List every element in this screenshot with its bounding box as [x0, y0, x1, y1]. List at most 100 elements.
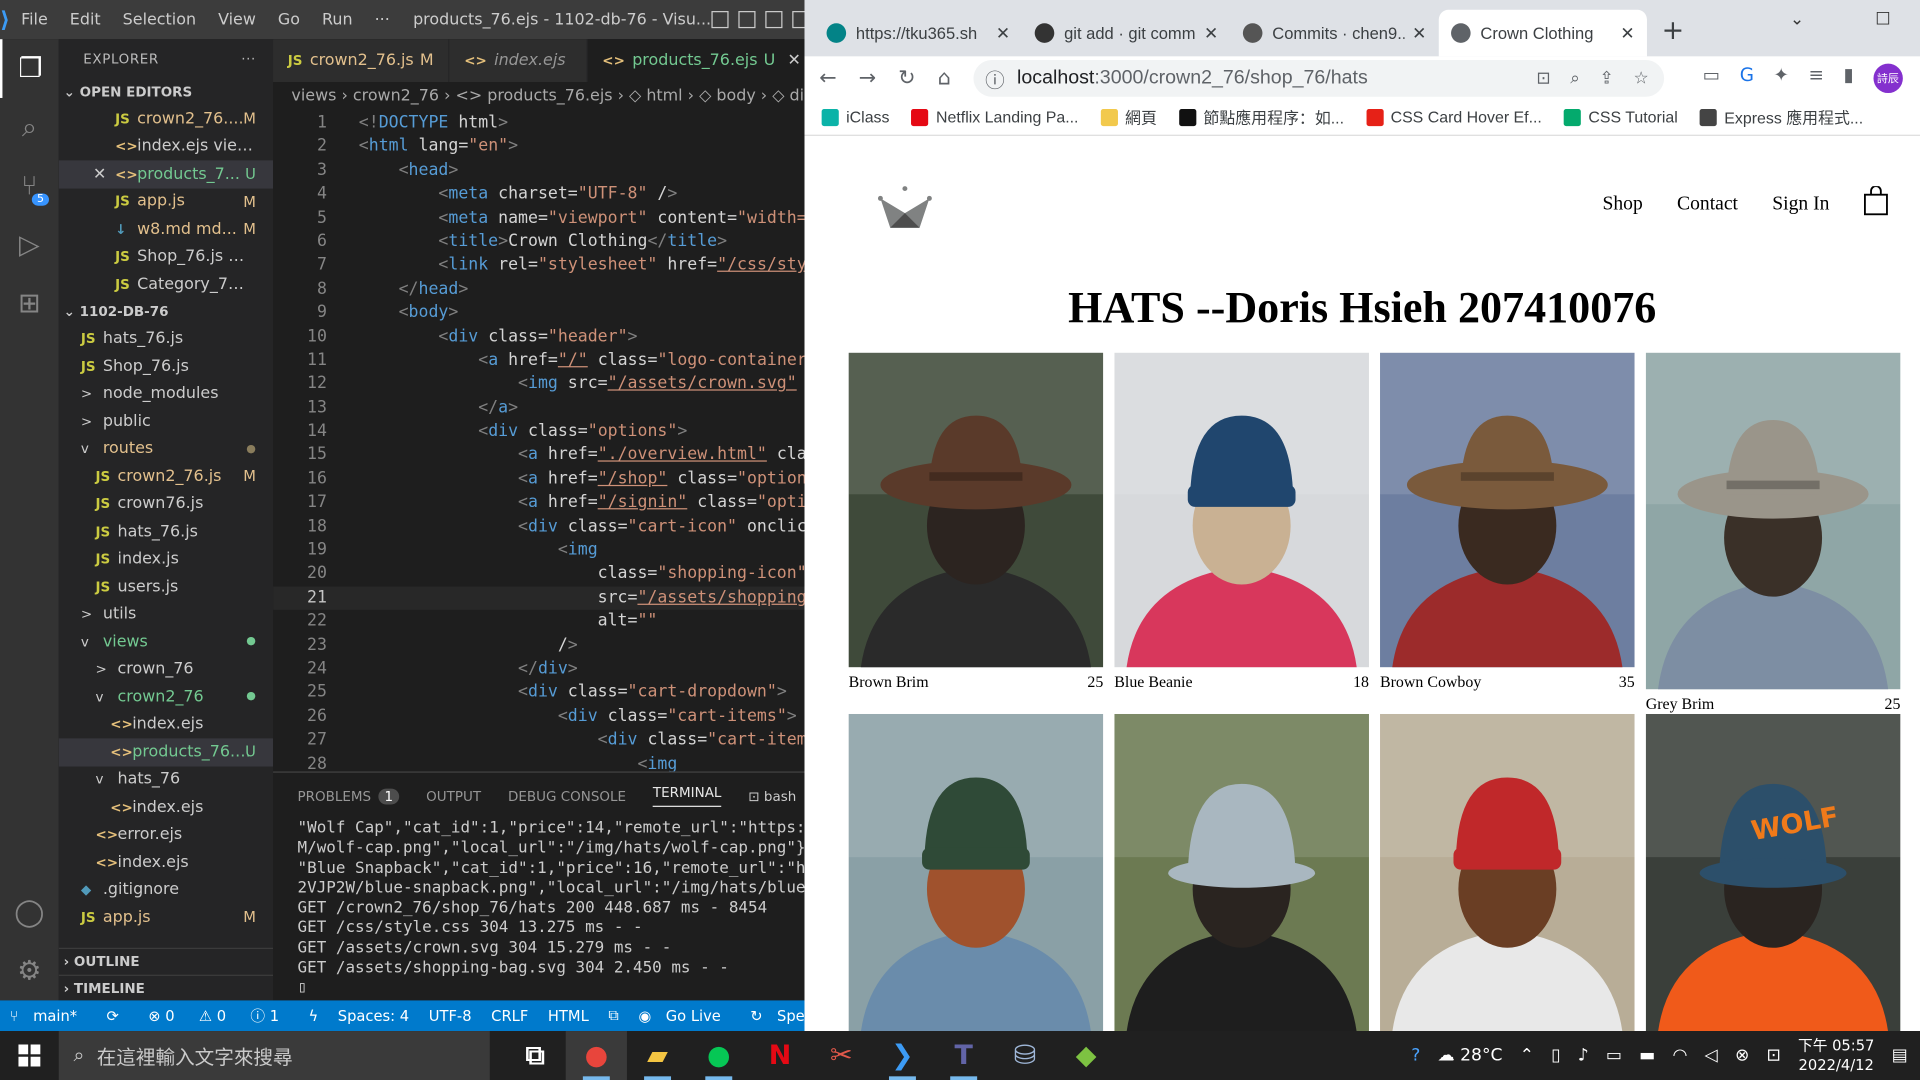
product-image[interactable] [1380, 713, 1635, 1032]
tree-folder[interactable]: v crown2_76 ● [59, 683, 273, 711]
product-card[interactable]: Brown Brim 25 [848, 352, 1104, 712]
code-line[interactable]: 23 /> [273, 634, 804, 658]
open-editor-item[interactable]: JS Category_76.js... [59, 271, 273, 299]
wifi-icon[interactable]: ◠ [1673, 1046, 1688, 1066]
toggle-sidebar-icon[interactable] [711, 11, 729, 29]
tree-file[interactable]: <> index.ejs [59, 711, 273, 739]
editor-tab[interactable]: <> products_76.ejs U ✕ [587, 39, 805, 83]
editor-tab[interactable]: JS crown2_76.js M [273, 39, 450, 83]
reload-icon[interactable]: ↻ [898, 66, 915, 90]
code-line[interactable]: 1 <!DOCTYPE html> [273, 111, 804, 135]
tree-folder[interactable]: v routes ● [59, 435, 273, 463]
panel-tab-output[interactable]: OUTPUT [426, 788, 481, 804]
tree-file[interactable]: JS hats_76.js [59, 518, 273, 546]
code-line[interactable]: 4 <meta charset="UTF-8" /> [273, 183, 804, 207]
outline-section[interactable]: › OUTLINE [58, 947, 274, 975]
product-image[interactable] [848, 352, 1104, 668]
go-live-button[interactable]: ◉ Go Live [629, 1007, 741, 1024]
tree-file[interactable]: JS crown2_76.js M [59, 463, 273, 491]
code-line[interactable]: 25 <div class="cart-dropdown"> [273, 681, 804, 705]
sync-icon[interactable]: ⟳ [97, 1007, 129, 1024]
task-view-taskbar-icon[interactable]: ⧉ [504, 1031, 565, 1080]
product-image[interactable] [848, 713, 1104, 1032]
browser-tab[interactable]: Commits · chen9... ✕ [1231, 10, 1439, 57]
product-image[interactable]: WOLF [1645, 713, 1901, 1032]
tree-file[interactable]: JS index.js [59, 546, 273, 574]
bookmark-item[interactable]: CSS Card Hover Ef... [1366, 108, 1542, 126]
tree-file[interactable]: JS app.js M [59, 904, 273, 932]
settings-gear-icon[interactable]: ⚙ [0, 942, 59, 1001]
postgres-taskbar-icon[interactable]: ⛁ [994, 1031, 1055, 1080]
code-line[interactable]: 28 <img [273, 753, 804, 772]
code-line[interactable]: 22 alt="" [273, 610, 804, 634]
product-card[interactable]: Grey Brim 25 [1645, 352, 1901, 713]
windows-start-icon[interactable] [0, 1044, 59, 1067]
toggle-panel-icon[interactable] [738, 11, 756, 29]
close-tab-icon[interactable]: ✕ [788, 51, 801, 69]
tree-file[interactable]: <> error.ejs [59, 821, 273, 849]
tree-folder[interactable]: > crown_76 [59, 656, 273, 684]
git-gui-taskbar-icon[interactable]: ◆ [1056, 1031, 1117, 1080]
bookmark-star-icon[interactable]: ☆ [1633, 67, 1648, 88]
tree-folder[interactable]: v views ● [59, 628, 273, 656]
project-section[interactable]: ⌄ 1102-DB-76 [59, 298, 273, 325]
product-card[interactable] [1114, 713, 1369, 1032]
run-debug-icon[interactable]: ▷ [0, 216, 59, 275]
bookmark-item[interactable]: 網頁 [1100, 105, 1157, 128]
tree-file[interactable]: <> index.ejs [59, 849, 273, 877]
product-image[interactable] [1380, 352, 1635, 668]
menu-item[interactable]: Go [267, 10, 311, 28]
extension-translate-icon[interactable]: G [1740, 63, 1754, 92]
close-editor-icon[interactable]: ✕ [93, 165, 115, 183]
bookmark-item[interactable]: 節點應用程序：如... [1178, 105, 1344, 128]
open-editor-item[interactable]: JS app.js M [59, 188, 273, 216]
code-line[interactable]: 21 src="/assets/shopping- [273, 586, 805, 611]
extensions-icon[interactable]: ⊞ [0, 274, 59, 333]
battery-icon[interactable]: ▬ [1639, 1046, 1655, 1066]
microphone-icon[interactable]: ♪ [1578, 1046, 1589, 1066]
timeline-section[interactable]: › TIMELINE [58, 974, 274, 1001]
tree-file[interactable]: <> products_76.ejs U [58, 738, 274, 766]
source-control-icon[interactable]: ⑂ 5 [0, 157, 59, 216]
taskbar-search[interactable]: ⌕ 在這裡輸入文字來搜尋 [58, 1031, 490, 1080]
chrome-taskbar-icon[interactable]: ● [565, 1031, 627, 1080]
line-taskbar-icon[interactable]: ● [688, 1031, 749, 1080]
shopping-bag-icon[interactable] [1863, 185, 1888, 222]
maximize-icon[interactable]: ☐ [1875, 10, 1890, 30]
volume-icon[interactable]: ◁ [1705, 1046, 1718, 1066]
ime-icon[interactable]: ⊡ [1766, 1046, 1780, 1066]
muted-icon[interactable]: ⊗ [1735, 1046, 1749, 1066]
product-image[interactable] [1645, 352, 1901, 690]
menu-item[interactable]: Selection [112, 10, 207, 28]
panel-tab-debug-console[interactable]: DEBUG CONSOLE [508, 788, 626, 804]
code-line[interactable]: 15 <a href="./overview.html" clas [273, 444, 804, 468]
encoding-indicator[interactable]: UTF-8 [419, 1007, 481, 1024]
tree-file[interactable]: JS hats_76.js [59, 325, 273, 353]
panel-tab-terminal[interactable]: TERMINAL [652, 785, 722, 807]
product-image[interactable] [1114, 352, 1369, 668]
display-icon[interactable]: ▭ [1606, 1046, 1622, 1066]
toggle-secondary-sidebar-icon[interactable] [764, 11, 783, 29]
home-icon[interactable]: ⌂ [938, 66, 951, 90]
crown-logo-icon[interactable] [876, 186, 935, 239]
browser-tab[interactable]: git add · git comm ✕ [1022, 10, 1230, 57]
share-icon[interactable]: ⇪ [1600, 67, 1614, 88]
eol-indicator[interactable]: CRLF [481, 1007, 538, 1024]
code-line[interactable]: 26 <div class="cart-items"> [273, 705, 804, 729]
close-tab-icon[interactable]: ✕ [996, 23, 1010, 44]
new-tab-button[interactable]: + [1662, 16, 1685, 56]
code-area[interactable]: 1 <!DOCTYPE html> 2 <html lang="en"> 3 <head… [273, 109, 805, 772]
address-bar[interactable]: ⓘ localhost:3000/crown2_76/shop_76/hats … [972, 59, 1664, 97]
menu-item[interactable]: ··· [364, 10, 401, 28]
weather-widget[interactable]: ☁ 28°C [1438, 1046, 1503, 1066]
tree-file[interactable]: JS crown76.js [59, 490, 273, 518]
vscode-taskbar-icon[interactable]: ❯ [872, 1031, 933, 1080]
product-card[interactable] [1380, 713, 1635, 1032]
explorer-icon[interactable]: ❐ [0, 39, 59, 98]
language-indicator[interactable]: HTML [538, 1007, 598, 1024]
product-card[interactable] [848, 713, 1104, 1032]
snipping-taskbar-icon[interactable]: ✂ [811, 1031, 872, 1080]
open-editor-item[interactable]: ↓ w8.md md... M [59, 216, 273, 244]
tree-folder[interactable]: v hats_76 [59, 766, 273, 794]
close-tab-icon[interactable]: ✕ [1620, 23, 1634, 44]
